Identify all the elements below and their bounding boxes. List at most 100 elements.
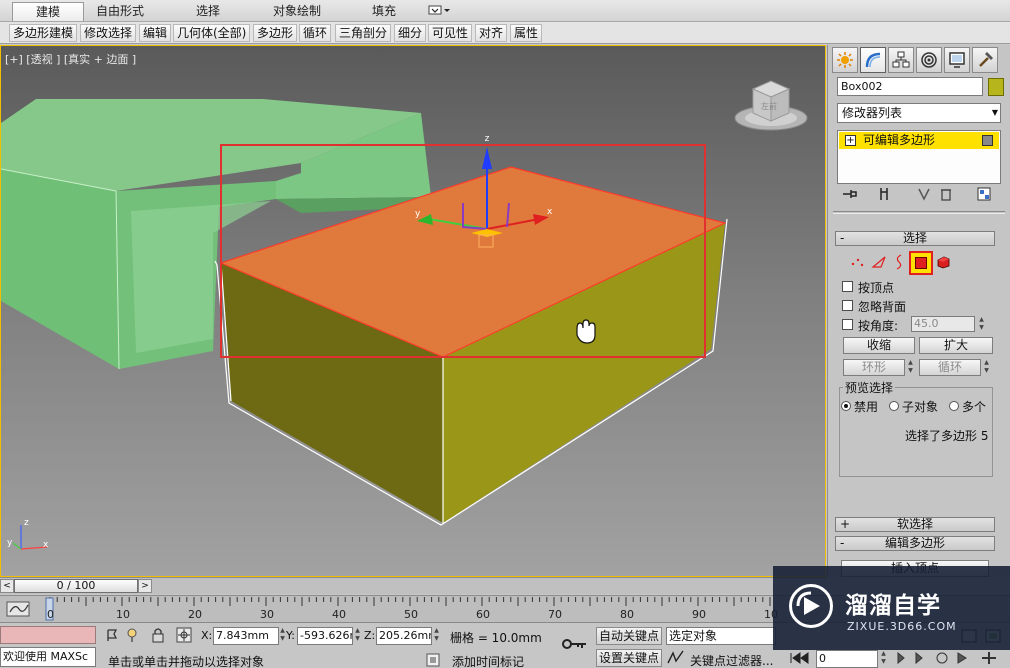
tab-object-paint[interactable]: 对象绘制 (262, 2, 332, 21)
vertex-level-icon[interactable] (849, 254, 865, 270)
y-spinner[interactable]: ▲ ▼ (354, 627, 361, 644)
current-frame-field[interactable]: 0 (816, 650, 878, 668)
perspective-viewport[interactable]: z y x 左前 z y x [+] [透视] [真实 + 边面] (0, 45, 826, 577)
subdivision-button[interactable]: 细分 (394, 24, 427, 42)
watermark-logo-icon (789, 584, 833, 628)
tab-freeform[interactable]: 自由形式 (86, 2, 154, 21)
selection-lock-icon[interactable] (104, 627, 120, 643)
key-filters-button[interactable]: 关键点过滤器... (690, 652, 773, 668)
stack-item-editable-poly[interactable]: + 可编辑多边形 (839, 132, 999, 149)
tab-modeling[interactable]: 建模 (12, 2, 84, 21)
tab-hierarchy[interactable] (888, 47, 914, 73)
properties-button[interactable]: 属性 (510, 24, 543, 42)
border-level-icon[interactable] (891, 254, 907, 270)
element-level-icon[interactable] (935, 254, 951, 270)
tab-display[interactable] (944, 47, 970, 73)
motion-icon (921, 52, 937, 68)
preview-off-radio[interactable] (841, 401, 851, 411)
frame-spinner[interactable]: ▲ ▼ (880, 650, 887, 667)
selected-object-dropdown[interactable]: 选定对象 (666, 627, 776, 645)
zoom-extents-icon[interactable] (897, 651, 905, 665)
shrink-button[interactable]: 收缩 (843, 337, 915, 354)
loop-button[interactable]: 循环 (919, 359, 981, 376)
set-key-button[interactable]: 设置关键点 (596, 649, 662, 667)
edge-level-icon[interactable] (871, 254, 887, 270)
loop-spinner[interactable]: ▲ ▼ (983, 359, 990, 376)
x-coordinate-field[interactable]: 7.843mm (213, 627, 279, 645)
show-end-result-icon[interactable] (875, 185, 893, 203)
trackbar-tick-label: 70 (548, 608, 562, 621)
isolate-icon[interactable] (124, 627, 140, 643)
angle-spinner[interactable]: ▲ ▼ (978, 316, 985, 333)
viewcube-label: 左前 (761, 101, 777, 111)
tab-motion[interactable] (916, 47, 942, 73)
triangulation-button[interactable]: 三角剖分 (335, 24, 392, 42)
object-name-field[interactable]: Box002 (837, 77, 983, 96)
object-color-swatch[interactable] (988, 78, 1004, 96)
stack-item-toggle[interactable] (982, 135, 993, 146)
modify-selection-button[interactable]: 修改选择 (80, 24, 137, 42)
time-slider-thumb[interactable]: 0 / 100 (14, 579, 138, 593)
go-to-start-icon[interactable] (788, 651, 812, 665)
polygon-level-icon[interactable] (909, 251, 933, 275)
geometry-all-button[interactable]: 几何体(全部) (173, 24, 251, 42)
auto-key-button[interactable]: 自动关键点 (596, 627, 662, 645)
maxscript-mini-listener[interactable]: 欢迎使用 MAXSc (0, 647, 96, 667)
watermark-url: ZIXUE.3D66.COM (847, 620, 957, 633)
ribbon-options-dropdown[interactable] (426, 4, 452, 18)
grow-button[interactable]: 扩大 (919, 337, 993, 354)
selection-rollout-header[interactable]: - 选择 (835, 231, 995, 246)
x-label: X: (201, 629, 213, 642)
add-time-tag-icon[interactable] (426, 653, 440, 667)
polygon-modeling-button[interactable]: 多边形建模 (9, 24, 78, 42)
remove-modifier-icon[interactable] (937, 185, 955, 203)
soft-selection-rollout-header[interactable]: + 软选择 (835, 517, 995, 532)
ring-button[interactable]: 环形 (843, 359, 905, 376)
viewcube-icon[interactable]: 左前 (734, 80, 808, 131)
visibility-button[interactable]: 可见性 (428, 24, 473, 42)
edit-polygons-rollout-header[interactable]: - 编辑多边形 (835, 536, 995, 551)
configure-sets-icon[interactable] (975, 185, 993, 203)
modify-curve-icon (865, 52, 881, 68)
z-spinner[interactable]: ▲ ▼ (433, 627, 440, 644)
modifier-list-dropdown[interactable]: 修改器列表 ▼ (837, 103, 1001, 123)
y-coordinate-field[interactable]: -593.626m (297, 627, 353, 645)
polygons-button[interactable]: 多边形 (253, 24, 298, 42)
by-angle-checkbox[interactable] (842, 319, 853, 330)
maxscript-listener-pink[interactable] (0, 626, 96, 644)
expand-plus-icon[interactable]: + (845, 135, 856, 146)
utilities-hammer-icon (979, 52, 993, 67)
ribbon-toolbar: 多边形建模 修改选择 编辑 几何体(全部) 多边形 循环 三角剖分 细分 可见性… (0, 22, 1010, 44)
absolute-mode-icon[interactable] (176, 627, 192, 643)
selected-box-object[interactable] (214, 166, 728, 526)
viewport-label[interactable]: [+] [透视 ] [真实 + 边面 ] (5, 51, 136, 67)
angle-value-field[interactable]: 45.0 (911, 316, 975, 332)
z-label: Z: (364, 629, 376, 642)
z-coordinate-field[interactable]: 205.26mm (376, 627, 432, 645)
tab-populate[interactable]: 填充 (358, 2, 410, 21)
loops-button[interactable]: 循环 (299, 24, 332, 42)
pin-stack-icon[interactable] (841, 185, 859, 203)
trackbar-tick-label: 30 (260, 608, 274, 621)
preview-subobject-radio[interactable] (889, 401, 899, 411)
add-time-tag-label[interactable]: 添加时间标记 (452, 653, 524, 668)
key-mode-icon[interactable] (666, 649, 686, 667)
time-slider[interactable]: < 0 / 100 > (0, 577, 826, 594)
edit-button[interactable]: 编辑 (139, 24, 172, 42)
align-button[interactable]: 对齐 (475, 24, 508, 42)
lock-icon[interactable] (150, 627, 166, 643)
create-sun-icon (837, 52, 853, 68)
tab-selection[interactable]: 选择 (180, 2, 236, 21)
x-spinner[interactable]: ▲ ▼ (279, 627, 286, 644)
tab-modify[interactable] (860, 47, 886, 73)
tab-create[interactable] (832, 47, 858, 73)
preview-multi-radio[interactable] (949, 401, 959, 411)
ring-spinner[interactable]: ▲ ▼ (907, 359, 914, 376)
next-frame-button[interactable]: > (138, 579, 152, 593)
make-unique-icon[interactable] (915, 185, 933, 203)
previous-frame-button[interactable]: < (0, 579, 14, 593)
set-key-mode-icon[interactable] (560, 635, 588, 653)
ignore-backfacing-checkbox[interactable] (842, 300, 853, 311)
by-vertex-checkbox[interactable] (842, 281, 853, 292)
tab-utilities[interactable] (972, 47, 998, 73)
